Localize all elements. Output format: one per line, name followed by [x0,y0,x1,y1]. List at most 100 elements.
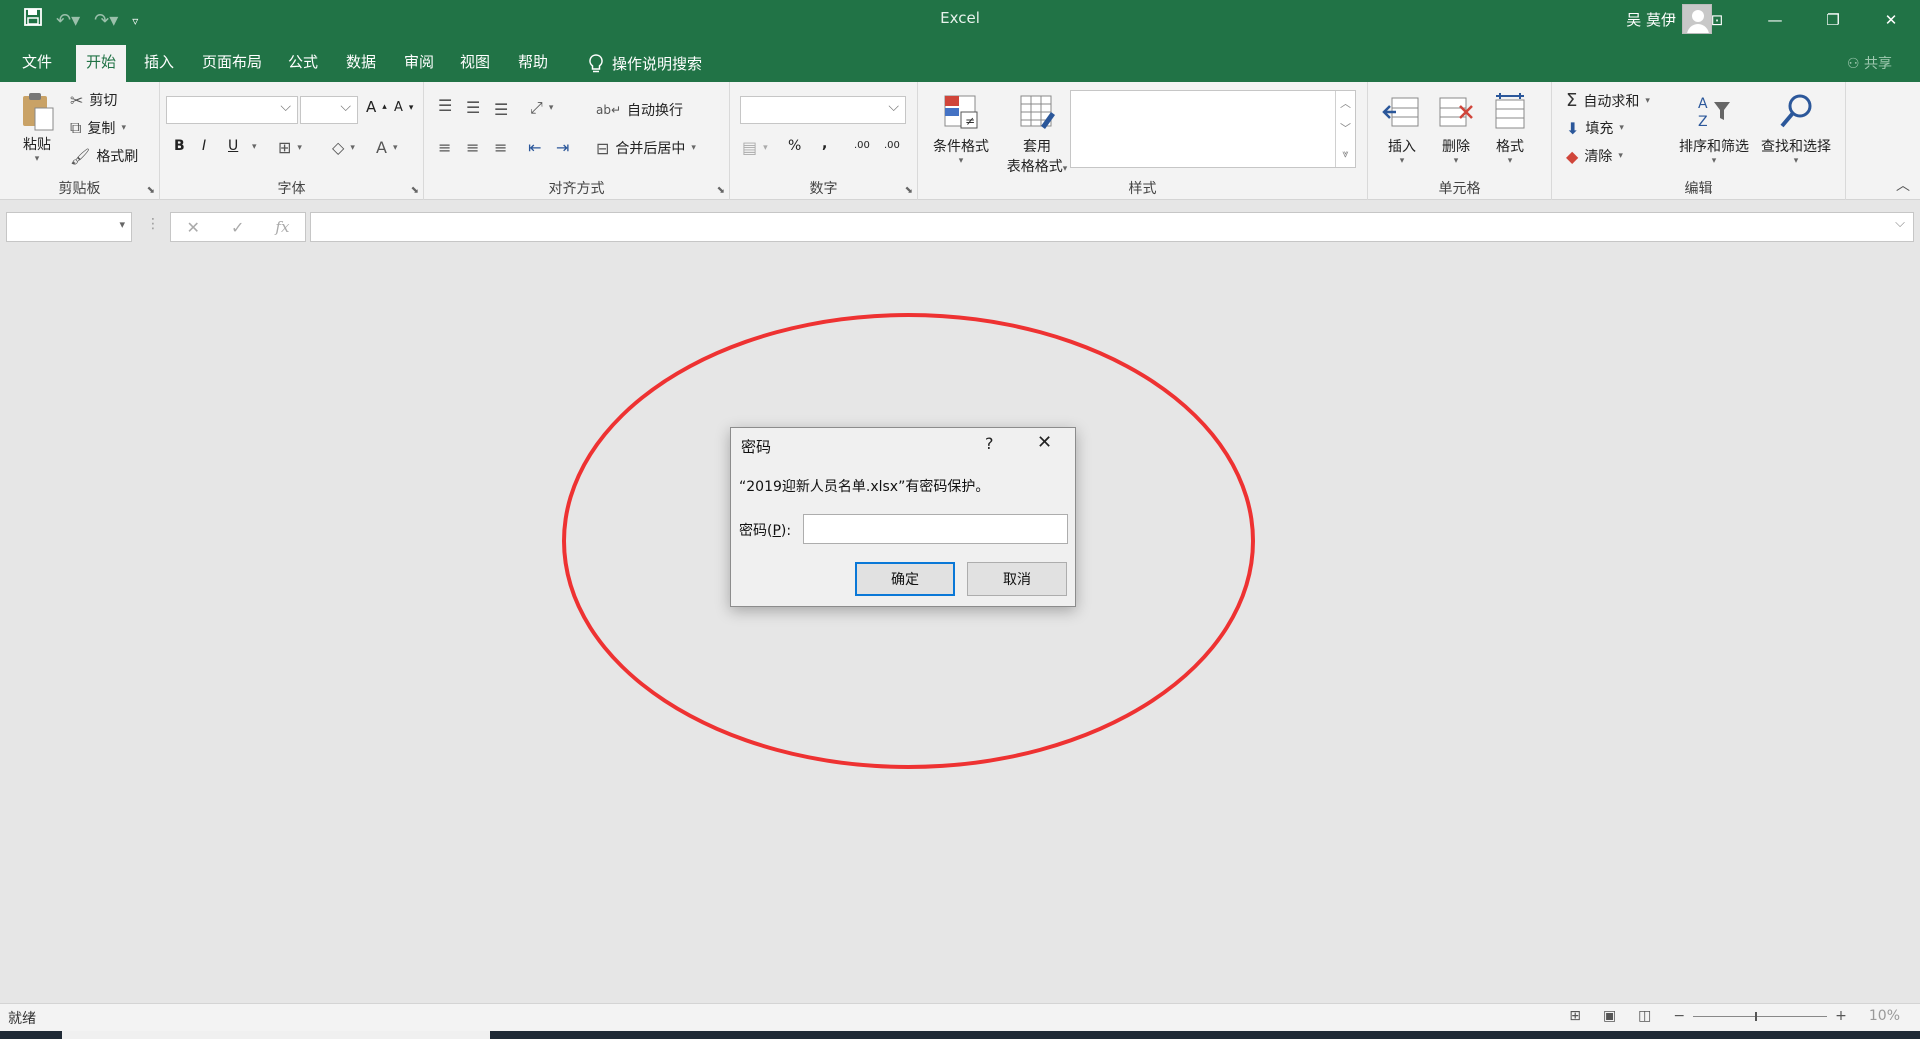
cut-button[interactable]: ✂ 剪切 [70,90,117,110]
percent-button[interactable]: % [788,138,801,154]
tab-view[interactable]: 视图 [450,45,500,82]
clipboard-launcher-icon[interactable]: ⬊ [147,185,155,196]
ok-button[interactable]: 确定 [855,562,955,596]
page-break-view-icon[interactable]: ◫ [1638,1008,1651,1024]
autosum-button[interactable]: Σ 自动求和 ▾ [1566,90,1650,111]
gallery-up-icon[interactable]: ︿ [1336,91,1355,116]
close-window-icon[interactable]: ✕ [1862,0,1920,40]
insert-function-icon[interactable]: fx [275,218,289,236]
bottom-align-button[interactable]: ☰ [494,100,508,119]
password-label: 密码(P): [739,523,792,539]
borders-button[interactable]: ⊞ ▾ [278,138,302,157]
align-left-button[interactable]: ≡ [438,138,451,157]
ribbon-display-options-icon[interactable]: ⊡ [1688,0,1746,40]
share-button[interactable]: ⚇ 共享 [1847,53,1892,73]
formula-bar-grip-icon[interactable]: ⋮ [146,216,160,232]
group-cells: 插入 ▾ 删除 ▾ 格式 ▾ 单元格 [1368,82,1552,200]
zoom-out-button[interactable]: − [1673,1008,1685,1024]
wrap-text-icon: ab↵ [596,103,622,117]
name-box[interactable] [6,212,132,242]
cell-styles-gallery[interactable]: ︿ ﹀ ⩔ [1070,90,1356,168]
insert-cells-button[interactable]: 插入 ▾ [1378,92,1426,166]
underline-button[interactable]: U [228,138,238,154]
align-right-button[interactable]: ≡ [494,138,507,157]
find-select-button[interactable]: 查找和选择 ▾ [1756,92,1836,166]
tell-me-label: 操作说明搜索 [612,54,703,73]
orientation-button[interactable]: ⤢ ▾ [530,98,553,118]
gallery-more-icon[interactable]: ⩔ [1336,141,1355,166]
conditional-format-button[interactable]: ≠ 条件格式 ▾ [926,92,996,166]
tab-file[interactable]: 文件 [12,45,62,82]
tab-page-layout[interactable]: 页面布局 [192,45,272,82]
decrease-indent-button[interactable]: ⇤ [528,138,541,157]
normal-view-icon[interactable]: ⊞ [1569,1008,1581,1024]
close-icon[interactable]: ✕ [1037,432,1052,453]
svg-text:A: A [1698,96,1708,112]
font-name-combo[interactable] [166,96,298,124]
tab-data[interactable]: 数据 [336,45,386,82]
decrease-indent-icon: ⇤ [528,138,542,157]
clear-button[interactable]: ◆ 清除 ▾ [1566,146,1623,166]
copy-icon: ⧉ [70,118,82,137]
user-name[interactable]: 吴 莫伊 [1626,9,1676,30]
font-launcher-icon[interactable]: ⬊ [411,185,419,196]
password-input[interactable] [803,514,1068,544]
page-layout-view-icon[interactable]: ▣ [1603,1008,1616,1024]
zoom-in-button[interactable]: + [1835,1008,1847,1024]
tab-home[interactable]: 开始 [76,45,127,82]
align-center-button[interactable]: ≡ [466,138,479,157]
number-format-combo[interactable] [740,96,906,124]
dialog-title: 密码 [741,438,772,456]
increase-indent-button[interactable]: ⇥ [556,138,569,157]
format-as-table-button[interactable]: 套用 表格格式▾ [998,92,1076,176]
password-dialog: 密码 ? ✕ “2019迎新人员名单.xlsx”有密码保护。 密码(P): 确定… [730,427,1076,607]
bold-button[interactable]: B [174,138,185,154]
tell-me-search[interactable]: 操作说明搜索 [578,45,712,82]
collapse-ribbon-icon[interactable]: ︿ [1896,175,1910,195]
grow-font-button[interactable]: A ▴ [366,98,387,116]
tab-review[interactable]: 审阅 [394,45,444,82]
tab-help[interactable]: 帮助 [508,45,558,82]
accounting-format-button[interactable]: ▤ ▾ [742,138,768,157]
help-icon[interactable]: ? [985,434,994,453]
gallery-scrollbar[interactable]: ︿ ﹀ ⩔ [1335,91,1355,167]
orientation-icon: ⤢ [530,98,543,117]
format-cells-button[interactable]: 格式 ▾ [1486,92,1534,166]
increase-decimal-button[interactable]: .00 [854,140,870,151]
decrease-decimal-button[interactable]: .00 [884,140,900,151]
top-align-button[interactable]: ☰ [438,96,452,115]
zoom-slider[interactable]: − + [1673,1008,1846,1024]
tab-insert[interactable]: 插入 [134,45,184,82]
alignment-launcher-icon[interactable]: ⬊ [717,185,725,196]
copy-button[interactable]: ⧉ 复制 ▾ [70,118,126,138]
number-launcher-icon[interactable]: ⬊ [905,185,913,196]
cancel-entry-icon[interactable]: ✕ [187,218,200,237]
merge-center-button[interactable]: ⊟ 合并后居中 ▾ [596,138,696,158]
comma-button[interactable]: , [822,136,827,152]
delete-cells-button[interactable]: 删除 ▾ [1432,92,1480,166]
border-icon: ⊞ [278,138,292,157]
shrink-font-button[interactable]: A ▾ [394,100,413,115]
gallery-down-icon[interactable]: ﹀ [1336,116,1355,141]
fill-color-button[interactable]: ◇ ▾ [332,138,355,157]
currency-icon: ▤ [742,138,758,157]
format-painter-button[interactable]: 🖌 格式刷 [70,146,138,166]
minimize-icon[interactable]: — [1746,0,1804,40]
tab-formulas[interactable]: 公式 [278,45,328,82]
font-color-button[interactable]: A ▾ [376,138,397,157]
zoom-level[interactable]: 10% [1869,1008,1900,1024]
formula-input[interactable] [310,212,1914,242]
font-size-combo[interactable] [300,96,358,124]
sort-filter-button[interactable]: AZ 排序和筛选 ▾ [1674,92,1754,166]
group-alignment: ☰ ☰ ☰ ⤢ ▾ ab↵ 自动换行 ≡ ≡ ≡ ⇤ ⇥ ⊟ 合并后居中 ▾ 对齐方式 … [424,82,730,200]
italic-button[interactable]: I [202,138,206,154]
restore-icon[interactable]: ❐ [1804,0,1862,40]
font-color-icon: A [376,138,387,157]
fill-button[interactable]: ⬇ 填充 ▾ [1566,118,1624,138]
cancel-button[interactable]: 取消 [967,562,1067,596]
wrap-text-button[interactable]: ab↵ 自动换行 [596,100,683,120]
paste-button[interactable]: 粘贴 ▾ [14,90,60,164]
middle-align-button[interactable]: ☰ [466,98,480,117]
confirm-entry-icon[interactable]: ✓ [231,218,244,237]
zoom-track[interactable] [1693,1011,1828,1021]
